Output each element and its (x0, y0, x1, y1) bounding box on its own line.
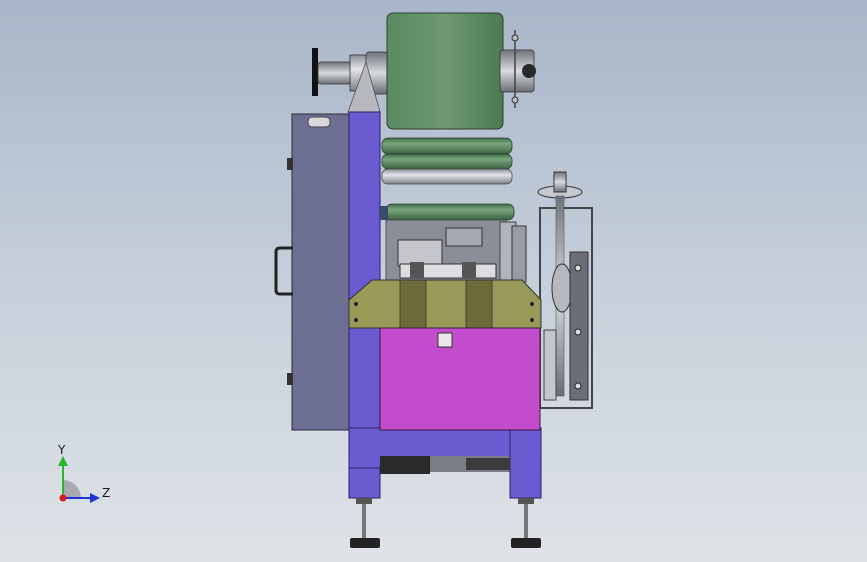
guide-roller-3[interactable] (381, 168, 513, 185)
foot-right-pad[interactable] (511, 538, 541, 548)
product-hopper[interactable] (379, 327, 541, 431)
bolt (574, 328, 582, 336)
bolt (574, 382, 582, 390)
foot-left-stem (362, 504, 366, 538)
machine-model[interactable] (0, 0, 867, 562)
drive-motor (380, 456, 430, 474)
door-handle[interactable] (274, 246, 293, 296)
foot-right-stem (524, 504, 528, 538)
leveling-feet[interactable] (350, 498, 541, 548)
unwind-roll-assembly[interactable] (312, 12, 536, 130)
hinge-bottom (287, 373, 293, 385)
left-shaft-hub (317, 61, 353, 85)
coordinate-triad (58, 456, 100, 503)
cutting-mechanism[interactable] (385, 219, 527, 283)
z-axis-arrow (90, 493, 100, 503)
foot-right-nut (518, 498, 534, 504)
unwind-roll[interactable] (386, 12, 504, 130)
triad-quadrant (63, 480, 81, 498)
tension-roller[interactable] (385, 203, 515, 221)
sealing-block[interactable] (348, 279, 542, 329)
screw (530, 302, 534, 306)
seal-jaw-left (399, 279, 427, 329)
gear-rack (511, 225, 527, 283)
right-shaft-end (522, 64, 536, 78)
y-axis-label: Y (58, 443, 66, 457)
cad-viewport[interactable]: Y Z (0, 0, 867, 562)
side-wheel[interactable] (551, 263, 573, 313)
screw (354, 302, 358, 306)
hinge-top (287, 158, 293, 170)
clamp-knob-bottom[interactable] (511, 96, 519, 104)
side-guard-door[interactable] (274, 113, 351, 431)
hopper-sensor (437, 332, 453, 348)
foot-left-pad[interactable] (350, 538, 380, 548)
z-axis-label: Z (102, 486, 111, 500)
top-latch[interactable] (307, 116, 331, 128)
guide-roller-1[interactable] (381, 137, 513, 155)
handwheel-left[interactable] (312, 48, 318, 96)
foot-left-nut (356, 498, 372, 504)
guide-block (445, 227, 483, 247)
x-axis-dot (59, 494, 67, 502)
knife-clamp-left (410, 262, 424, 278)
guide-rollers[interactable] (380, 137, 515, 221)
right-drive-assembly[interactable] (537, 171, 593, 409)
screw (530, 318, 534, 322)
hopper-box[interactable] (379, 327, 541, 431)
gear-unit (466, 458, 510, 470)
y-axis-arrow (58, 456, 68, 466)
knife-clamp-right (462, 262, 476, 278)
guide-roller-2[interactable] (381, 153, 513, 170)
linkage-arm (543, 329, 557, 401)
seal-jaw-right (465, 279, 493, 329)
frame-right-leg (509, 427, 542, 499)
guard-panel[interactable] (291, 113, 351, 431)
screw (354, 318, 358, 322)
side-plate (569, 251, 589, 401)
handwheel-hub (553, 171, 567, 193)
seal-head[interactable] (348, 279, 542, 329)
roller-mount (380, 206, 388, 220)
bolt (574, 264, 582, 272)
clamp-knob-top[interactable] (511, 34, 519, 42)
